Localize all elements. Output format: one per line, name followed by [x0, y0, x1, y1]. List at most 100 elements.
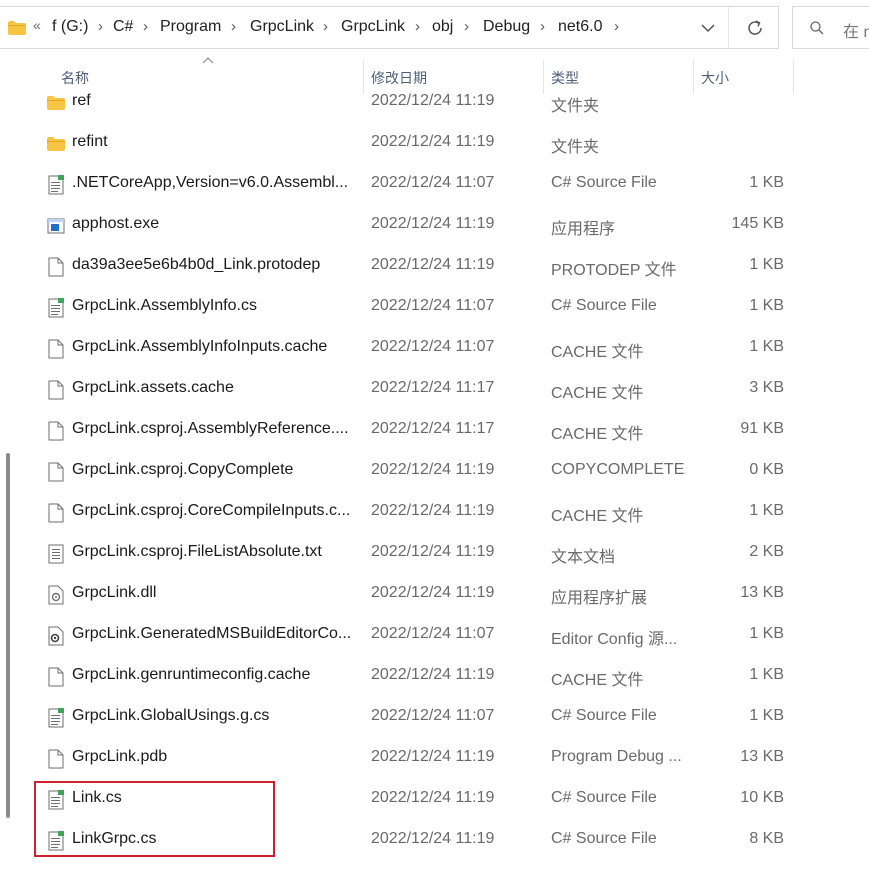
file-date: 2022/12/24 11:17 [371, 379, 495, 396]
breadcrumb-separator[interactable]: › [464, 18, 469, 35]
file-size: 2 KB [749, 543, 784, 560]
file-row[interactable]: GrpcLink.GeneratedMSBuildEditorCo... 2022… [40, 615, 800, 656]
breadcrumb-debug[interactable]: Debug [483, 18, 530, 36]
file-name[interactable]: GrpcLink.csproj.FileListAbsolute.txt [72, 543, 354, 561]
file-row[interactable]: da39a3ee5e6b4b0d_Link.protodep 2022/12/24… [40, 246, 800, 287]
breadcrumb-drive[interactable]: f (G:) [52, 18, 88, 36]
breadcrumb-separator[interactable]: › [415, 18, 420, 35]
folder-icon [47, 134, 65, 154]
file-row[interactable]: GrpcLink.pdb 2022/12/24 11:19 Program Debu… [40, 738, 800, 779]
file-size: 13 KB [740, 584, 784, 601]
file-date: 2022/12/24 11:07 [371, 174, 495, 191]
highlight-box [34, 781, 275, 857]
file-date: 2022/12/24 11:19 [371, 584, 495, 601]
breadcrumb-grpclink[interactable]: GrpcLink [250, 18, 314, 36]
file-type: CACHE 文件 [551, 344, 644, 361]
file-size: 91 KB [740, 420, 784, 437]
file-date: 2022/12/24 11:19 [371, 92, 495, 109]
exe-icon [47, 216, 65, 236]
search-icon [810, 21, 824, 35]
csharp-file-icon [47, 708, 65, 728]
file-icon [47, 421, 65, 441]
sort-ascending-icon [202, 57, 214, 64]
file-name[interactable]: GrpcLink.GlobalUsings.g.cs [72, 707, 354, 725]
file-size: 10 KB [740, 789, 784, 806]
breadcrumb-separator[interactable]: › [231, 18, 236, 35]
folder-icon [8, 21, 26, 35]
file-row[interactable]: GrpcLink.AssemblyInfoInputs.cache 2022/12… [40, 328, 800, 369]
text-file-icon [47, 544, 65, 564]
file-name[interactable]: ref [72, 92, 354, 110]
file-row[interactable]: GrpcLink.assets.cache 2022/12/24 11:17 CAC… [40, 369, 800, 410]
file-name[interactable]: GrpcLink.csproj.CopyComplete [72, 461, 354, 479]
file-name[interactable]: GrpcLink.genruntimeconfig.cache [72, 666, 354, 684]
chevron-down-icon[interactable] [700, 20, 716, 36]
file-row[interactable]: ref 2022/12/24 11:19 文件夹 [40, 82, 800, 123]
breadcrumb-separator[interactable]: › [143, 18, 148, 35]
file-name[interactable]: GrpcLink.assets.cache [72, 379, 354, 397]
file-row[interactable]: GrpcLink.csproj.CopyComplete 2022/12/24 1… [40, 451, 800, 492]
file-row[interactable]: GrpcLink.dll 2022/12/24 11:19 应用程序扩展 13 KB [40, 574, 800, 615]
file-size: 1 KB [749, 256, 784, 273]
file-size: 1 KB [749, 502, 784, 519]
file-icon [47, 380, 65, 400]
file-name[interactable]: GrpcLink.AssemblyInfoInputs.cache [72, 338, 354, 356]
file-row[interactable]: .NETCoreApp,Version=v6.0.Assembl... 2022/… [40, 164, 800, 205]
file-row[interactable]: GrpcLink.csproj.FileListAbsolute.txt 2022… [40, 533, 800, 574]
breadcrumb-net6[interactable]: net6.0 [558, 18, 602, 36]
file-size: 0 KB [749, 461, 784, 478]
breadcrumb-separator[interactable]: › [614, 18, 619, 35]
file-date: 2022/12/24 11:19 [371, 830, 495, 847]
file-name[interactable]: refint [72, 133, 354, 151]
file-date: 2022/12/24 11:19 [371, 256, 495, 273]
csharp-file-icon [47, 298, 65, 318]
overflow-chevron[interactable]: « [33, 17, 41, 33]
file-icon [47, 462, 65, 482]
file-type: Program Debug ... [551, 748, 682, 765]
file-size: 3 KB [749, 379, 784, 396]
file-name[interactable]: GrpcLink.AssemblyInfo.cs [72, 297, 354, 315]
file-date: 2022/12/24 11:17 [371, 420, 495, 437]
file-type: 应用程序 [551, 221, 616, 238]
csharp-file-icon [47, 175, 65, 195]
breadcrumb-program[interactable]: Program [160, 18, 221, 36]
file-row[interactable]: GrpcLink.AssemblyInfo.cs 2022/12/24 11:07… [40, 287, 800, 328]
scrollbar-thumb[interactable] [6, 453, 10, 818]
address-bar[interactable]: « f (G:) › C# › Program › GrpcLink › Grp… [0, 6, 779, 49]
search-box[interactable]: 在 n [792, 6, 869, 49]
file-row[interactable]: apphost.exe 2022/12/24 11:19 应用程序 145 KB [40, 205, 800, 246]
file-row[interactable]: GrpcLink.genruntimeconfig.cache 2022/12/2… [40, 656, 800, 697]
file-size: 1 KB [749, 297, 784, 314]
file-name[interactable]: GrpcLink.csproj.AssemblyReference.... [72, 420, 354, 438]
breadcrumb-separator[interactable]: › [98, 18, 103, 35]
file-size: 1 KB [749, 707, 784, 724]
file-date: 2022/12/24 11:19 [371, 502, 495, 519]
file-row[interactable]: refint 2022/12/24 11:19 文件夹 [40, 123, 800, 164]
search-placeholder: 在 n [843, 24, 869, 41]
file-row[interactable]: GrpcLink.GlobalUsings.g.cs 2022/12/24 11:… [40, 697, 800, 738]
file-date: 2022/12/24 11:19 [371, 215, 495, 232]
vertical-scrollbar[interactable] [0, 60, 20, 869]
file-size: 1 KB [749, 625, 784, 642]
file-date: 2022/12/24 11:19 [371, 461, 495, 478]
file-size: 1 KB [749, 174, 784, 191]
breadcrumb-grpclink-2[interactable]: GrpcLink [341, 18, 405, 36]
breadcrumb-separator[interactable]: › [323, 18, 328, 35]
file-name[interactable]: GrpcLink.pdb [72, 748, 354, 766]
file-date: 2022/12/24 11:07 [371, 625, 495, 642]
breadcrumb-obj[interactable]: obj [432, 18, 453, 36]
file-row[interactable]: GrpcLink.csproj.CoreCompileInputs.c... 20… [40, 492, 800, 533]
file-date: 2022/12/24 11:19 [371, 133, 495, 150]
file-row[interactable]: GrpcLink.csproj.AssemblyReference.... 202… [40, 410, 800, 451]
file-date: 2022/12/24 11:07 [371, 297, 495, 314]
file-size: 8 KB [749, 830, 784, 847]
file-name[interactable]: GrpcLink.csproj.CoreCompileInputs.c... [72, 502, 354, 520]
breadcrumb-csharp[interactable]: C# [113, 18, 133, 36]
file-name[interactable]: da39a3ee5e6b4b0d_Link.protodep [72, 256, 354, 274]
refresh-icon[interactable] [745, 18, 765, 38]
file-name[interactable]: .NETCoreApp,Version=v6.0.Assembl... [72, 174, 354, 192]
file-name[interactable]: GrpcLink.GeneratedMSBuildEditorCo... [72, 625, 354, 643]
file-name[interactable]: GrpcLink.dll [72, 584, 354, 602]
breadcrumb-separator[interactable]: › [540, 18, 545, 35]
file-name[interactable]: apphost.exe [72, 215, 354, 233]
